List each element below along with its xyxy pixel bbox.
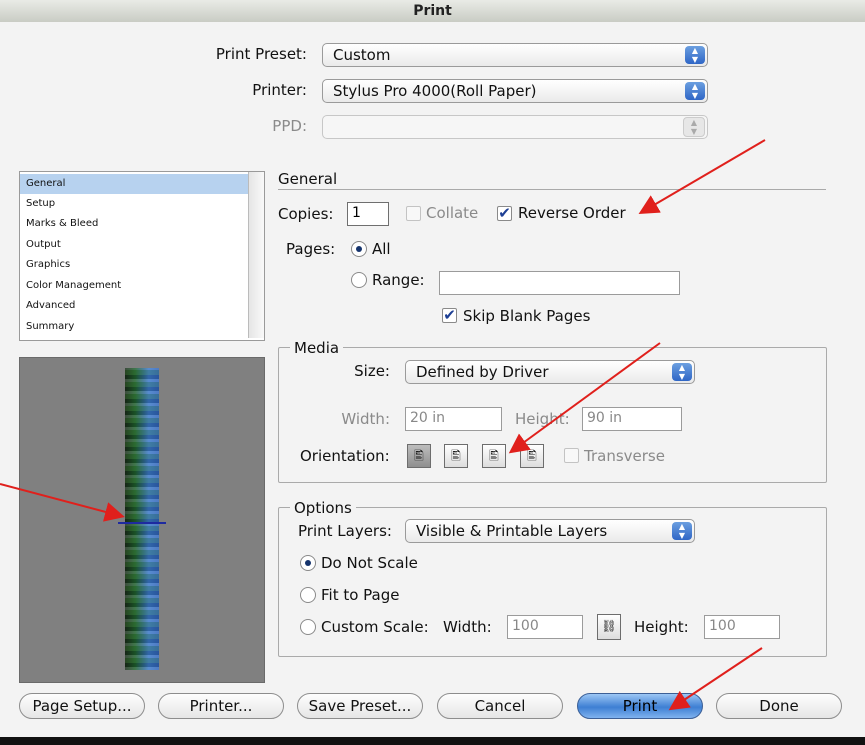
fit-to-page-radio[interactable]: [300, 587, 316, 603]
reverse-order-checkbox[interactable]: ✔: [497, 206, 512, 221]
printer-button[interactable]: Printer...: [158, 693, 284, 719]
scale-width-label: Width:: [443, 618, 492, 636]
window-title: Print: [413, 3, 452, 19]
popup-arrows-icon: ▲ ▼: [685, 82, 705, 100]
sidebar-item-general[interactable]: General: [20, 174, 248, 194]
orientation-label: Orientation:: [300, 447, 390, 465]
general-divider: [278, 189, 826, 190]
media-width-field: 20 in: [405, 407, 502, 431]
pages-all-label: All: [372, 240, 391, 258]
reverse-landscape-orientation-icon[interactable]: 🖺: [520, 444, 544, 468]
printer-select[interactable]: Stylus Pro 4000(Roll Paper) ▲ ▼: [322, 79, 708, 103]
skip-blank-pages-checkbox[interactable]: ✔: [442, 308, 457, 323]
scale-height-label: Height:: [634, 618, 689, 636]
transverse-checkbox: [564, 448, 579, 463]
print-button[interactable]: Print: [577, 693, 703, 719]
scale-width-field: 100: [507, 615, 583, 639]
sidebar-item-setup[interactable]: Setup: [20, 194, 248, 214]
sidebar-item-advanced[interactable]: Advanced: [20, 296, 248, 316]
scale-height-field: 100: [704, 615, 780, 639]
portrait-orientation-icon[interactable]: 🖺: [407, 444, 431, 468]
do-not-scale-label: Do Not Scale: [321, 554, 418, 572]
pages-label: Pages:: [286, 240, 336, 258]
print-preset-value: Custom: [333, 46, 391, 64]
transverse-label: Transverse: [584, 447, 665, 465]
title-bar: Print: [0, 0, 865, 23]
pages-all-radio[interactable]: [351, 241, 367, 257]
print-preview: [19, 357, 265, 683]
skip-blank-pages-label: Skip Blank Pages: [463, 307, 591, 325]
preview-image: [125, 368, 159, 670]
pages-range-label: Range:: [372, 271, 425, 289]
print-preset-select[interactable]: Custom ▲ ▼: [322, 43, 708, 67]
popup-arrows-icon: ▲ ▼: [672, 522, 692, 540]
range-field[interactable]: [439, 271, 680, 295]
print-layers-label: Print Layers:: [298, 522, 392, 540]
popup-arrows-icon: ▲ ▼: [683, 117, 705, 137]
printer-value: Stylus Pro 4000(Roll Paper): [333, 82, 537, 100]
media-size-label: Size:: [354, 362, 390, 380]
ppd-label: PPD:: [272, 117, 307, 135]
reverse-order-label: Reverse Order: [518, 204, 626, 222]
collate-label: Collate: [426, 204, 479, 222]
media-height-field: 90 in: [582, 407, 682, 431]
checkmark-icon: ✔: [443, 306, 456, 324]
pages-range-radio[interactable]: [351, 272, 367, 288]
sidebar-item-color-management[interactable]: Color Management: [20, 276, 248, 296]
custom-scale-label: Custom Scale:: [321, 618, 429, 636]
custom-scale-radio[interactable]: [300, 619, 316, 635]
save-preset-button[interactable]: Save Preset...: [297, 693, 423, 719]
popup-arrows-icon: ▲ ▼: [685, 46, 705, 64]
print-layers-select[interactable]: Visible & Printable Layers ▲ ▼: [405, 519, 695, 543]
reverse-portrait-orientation-icon[interactable]: 🖺: [482, 444, 506, 468]
constrain-proportions-icon[interactable]: ⛓: [597, 614, 621, 640]
landscape-orientation-icon[interactable]: 🖺: [444, 444, 468, 468]
media-height-label: Height:: [515, 410, 570, 428]
page-setup-button[interactable]: Page Setup...: [19, 693, 145, 719]
cancel-button[interactable]: Cancel: [437, 693, 563, 719]
printer-label: Printer:: [252, 81, 307, 99]
media-size-value: Defined by Driver: [416, 363, 549, 381]
checkmark-icon: ✔: [498, 204, 511, 222]
bottom-border: [0, 737, 865, 745]
collate-checkbox[interactable]: [406, 206, 421, 221]
sidebar-item-marks-bleed[interactable]: Marks & Bleed: [20, 214, 248, 234]
done-button[interactable]: Done: [716, 693, 842, 719]
media-group-title: Media: [290, 339, 344, 357]
general-section-title: General: [278, 170, 338, 188]
preview-divider-line: [118, 522, 166, 524]
print-preset-label: Print Preset:: [215, 45, 307, 63]
sidebar-list[interactable]: General Setup Marks & Bleed Output Graph…: [19, 171, 265, 341]
do-not-scale-radio[interactable]: [300, 555, 316, 571]
copies-field[interactable]: 1: [347, 202, 389, 226]
popup-arrows-icon: ▲ ▼: [672, 363, 692, 381]
sidebar-item-summary[interactable]: Summary: [20, 317, 248, 337]
ppd-select: ▲ ▼: [322, 115, 708, 139]
print-layers-value: Visible & Printable Layers: [416, 522, 608, 540]
sidebar-item-graphics[interactable]: Graphics: [20, 255, 248, 275]
options-group-title: Options: [290, 499, 356, 517]
sidebar-scrollbar[interactable]: [248, 172, 264, 338]
sidebar-item-output[interactable]: Output: [20, 235, 248, 255]
media-size-select[interactable]: Defined by Driver ▲ ▼: [405, 360, 695, 384]
fit-to-page-label: Fit to Page: [321, 586, 400, 604]
copies-label: Copies:: [278, 205, 334, 223]
media-width-label: Width:: [341, 410, 390, 428]
